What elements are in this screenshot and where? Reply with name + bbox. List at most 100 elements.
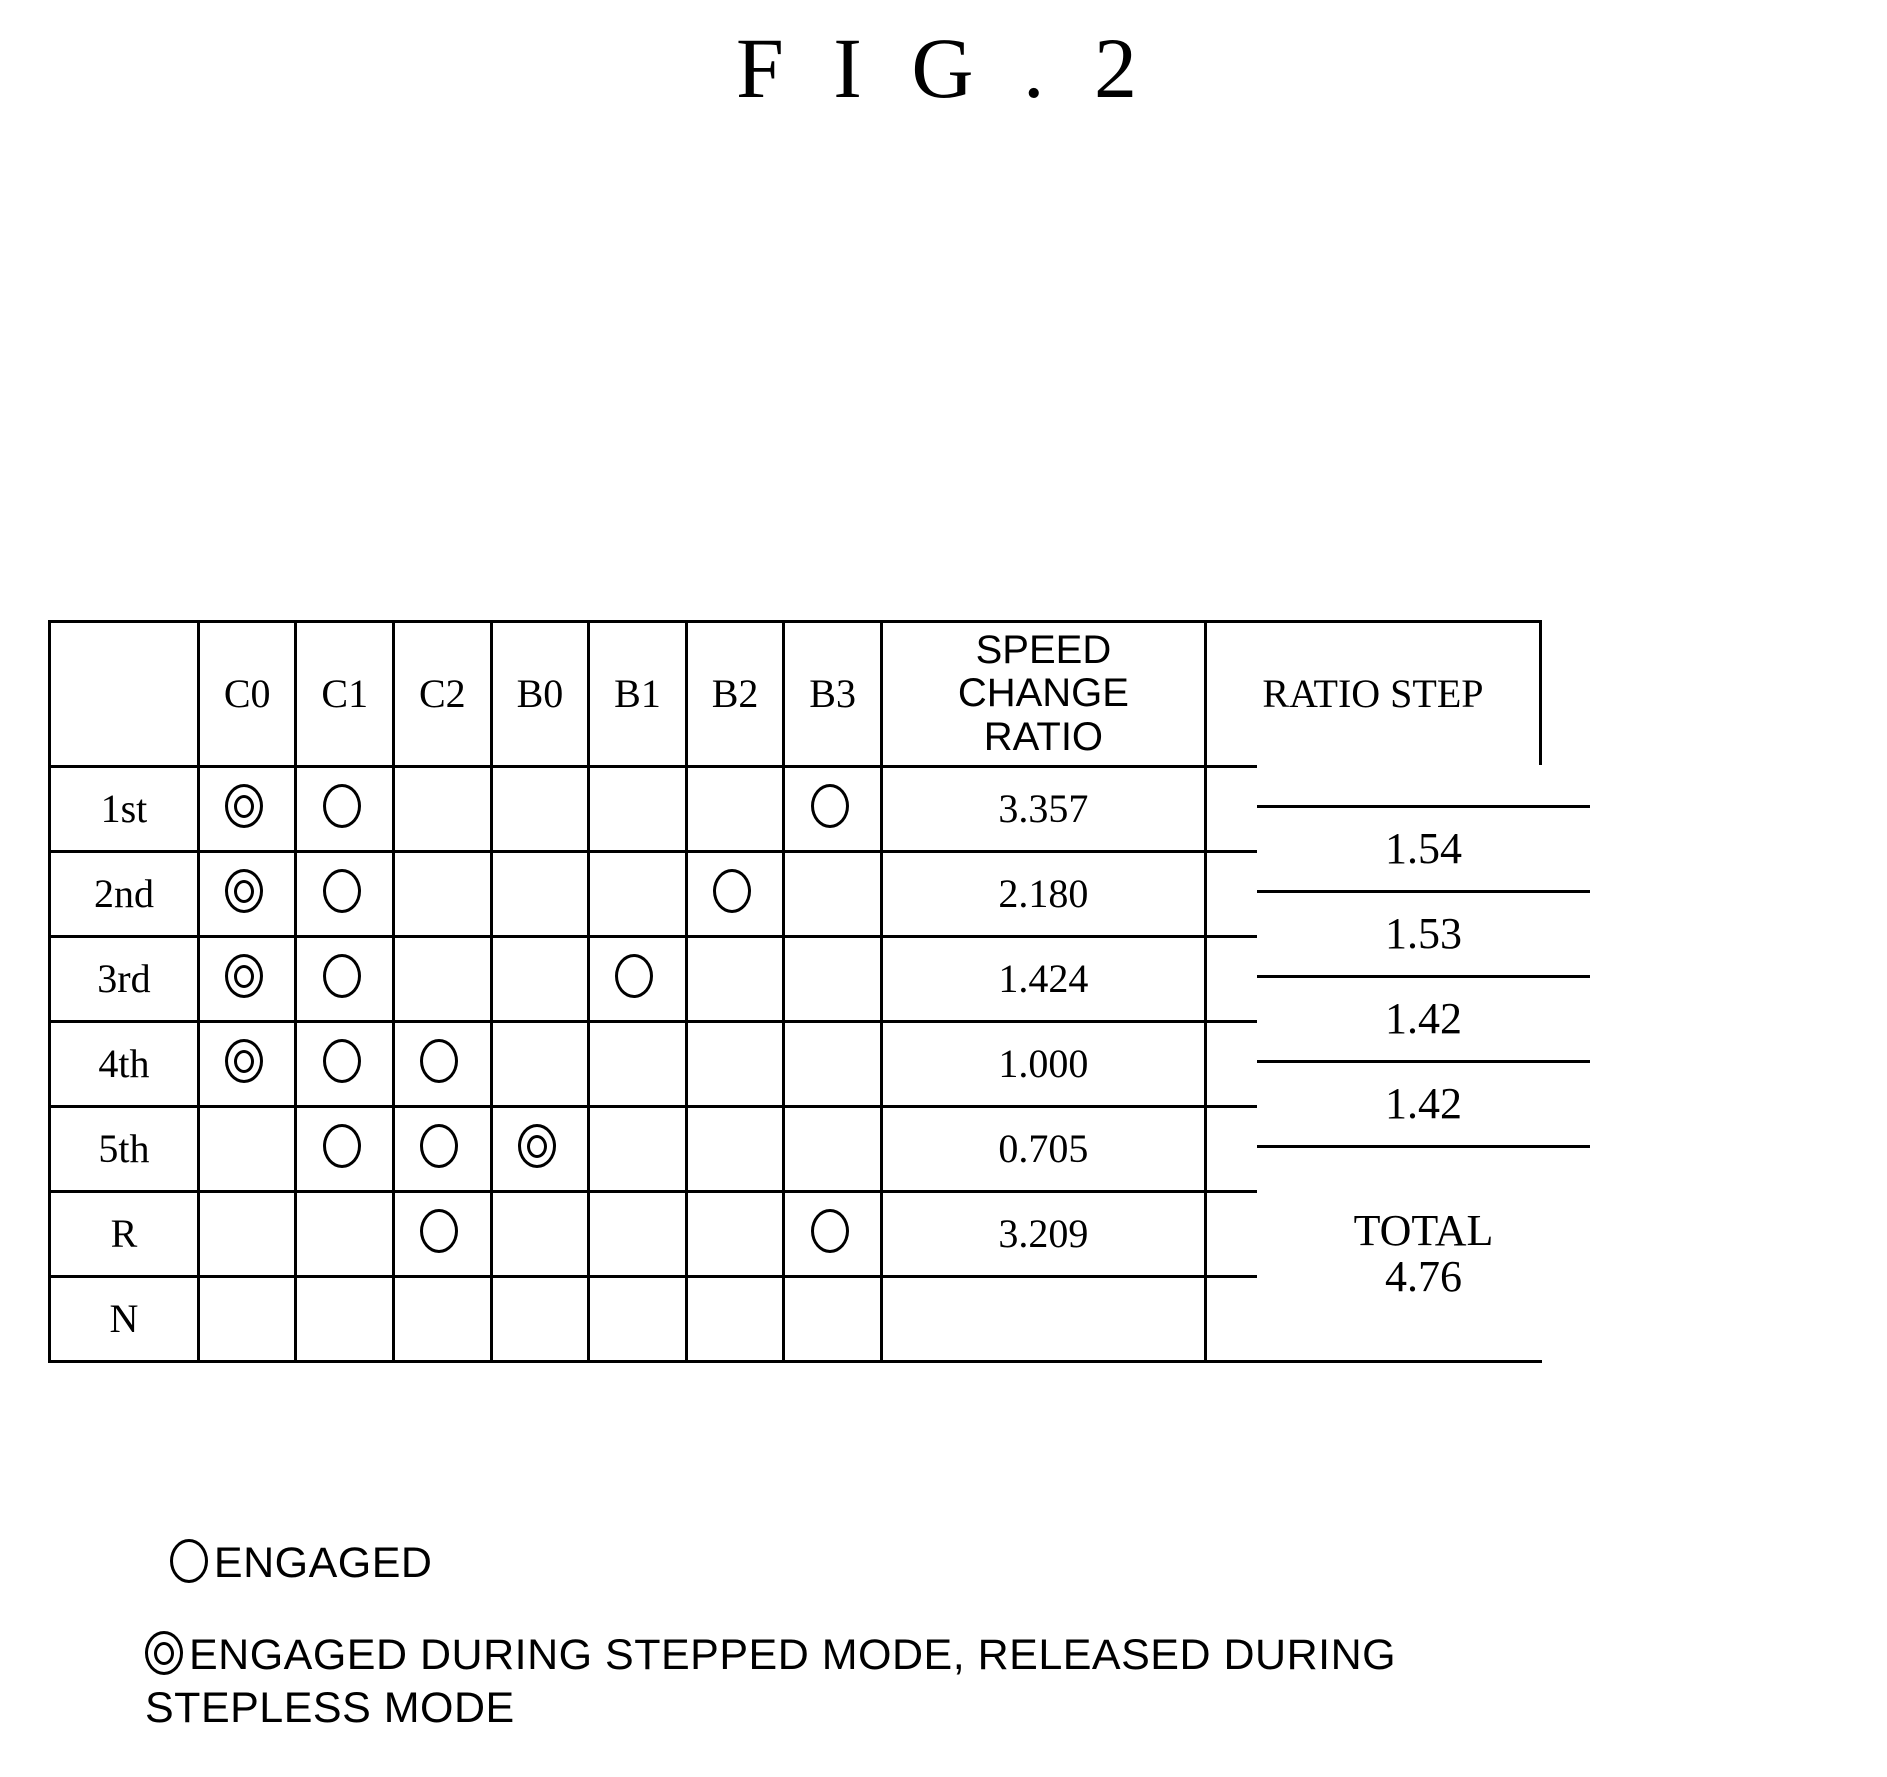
double-circle-icon <box>145 1630 189 1681</box>
ratio-step-value: 1.53 <box>1385 909 1462 958</box>
cell-b3 <box>782 1105 883 1193</box>
cell-b1 <box>587 765 688 853</box>
cell-b3 <box>782 1275 883 1363</box>
header-cell-b3: B3 <box>782 620 883 768</box>
single-circle-icon <box>420 1209 464 1259</box>
header-cell-b0: B0 <box>489 620 591 768</box>
cell-b1 <box>587 1275 688 1363</box>
double-circle-icon <box>225 1039 269 1089</box>
cell-b1 <box>587 1190 688 1278</box>
cell-b0 <box>489 935 591 1023</box>
single-circle-icon <box>420 1124 464 1174</box>
ratio-step-value: 1.54 <box>1385 824 1462 873</box>
legend-single-circle: ENGAGED <box>145 1490 432 1591</box>
single-circle-icon <box>322 954 367 1004</box>
header-cell-b2: B2 <box>684 620 786 768</box>
gear-label: 5th <box>48 1105 200 1193</box>
cell-c1 <box>294 1105 396 1193</box>
header-cell-speed-change-ratio: SPEED CHANGE RATIO <box>879 620 1207 768</box>
gear-label: 3rd <box>48 935 200 1023</box>
cell-c0 <box>196 1020 298 1108</box>
cell-c2 <box>392 850 493 938</box>
cell-b1 <box>587 935 688 1023</box>
cell-b0 <box>489 1275 591 1363</box>
header-cell-c0: C0 <box>196 620 298 768</box>
gear-engagement-table: C0 C1 C2 B0 B1 B2 B3 SPEED CHANGE RATIO RATIO STEP… <box>48 620 1590 1363</box>
gear-label: N <box>48 1275 200 1363</box>
cell-c2 <box>392 1105 493 1193</box>
cell-c1 <box>294 765 396 853</box>
gear-label: 1st <box>48 765 200 853</box>
header-line: SPEED <box>975 628 1112 673</box>
cell-c1 <box>294 850 396 938</box>
cell-b3 <box>782 1190 883 1278</box>
single-circle-icon <box>420 1039 464 1089</box>
cell-b1 <box>587 1020 688 1108</box>
ratio-step-value: 1.42 <box>1385 994 1462 1043</box>
gear-label: 4th <box>48 1020 200 1108</box>
speed-change-ratio-value: 2.180 <box>879 850 1207 938</box>
header-line: CHANGE <box>957 671 1129 716</box>
single-circle-icon <box>713 869 757 919</box>
cell-c2 <box>392 1020 493 1108</box>
cell-c1 <box>294 1020 396 1108</box>
single-circle-icon <box>169 1538 214 1589</box>
single-circle-icon <box>322 784 367 834</box>
cell-c0 <box>196 850 298 938</box>
double-circle-icon <box>517 1124 562 1174</box>
cell-b1 <box>587 1105 688 1193</box>
cell-b0 <box>489 1190 591 1278</box>
double-circle-icon <box>225 954 269 1004</box>
cell-b2 <box>684 1190 786 1278</box>
cell-c1 <box>294 935 396 1023</box>
speed-change-ratio-value: 0.705 <box>879 1105 1207 1193</box>
header-cell-c2: C2 <box>392 620 493 768</box>
speed-change-ratio-value: 3.209 <box>879 1190 1207 1278</box>
ratio-step-column: 1.54 1.53 1.42 1.42 TOTAL 4.76 <box>1257 620 1590 1360</box>
speed-change-ratio-value: 1.000 <box>879 1020 1207 1108</box>
cell-b2 <box>684 1275 786 1363</box>
cell-b2 <box>684 765 786 853</box>
figure-title: F I G . 2 <box>735 20 1152 116</box>
ratio-step-cell: 1.53 <box>1257 892 1590 978</box>
total-value: 4.76 <box>1385 1251 1462 1301</box>
header-cell-b1: B1 <box>587 620 688 768</box>
single-circle-icon <box>322 869 367 919</box>
single-circle-icon <box>810 784 855 834</box>
cell-b3 <box>782 1020 883 1108</box>
cell-c1 <box>294 1190 396 1278</box>
cell-c2 <box>392 765 493 853</box>
cell-b3 <box>782 935 883 1023</box>
ratio-step-cell: 1.42 <box>1257 1062 1590 1148</box>
single-circle-icon <box>810 1209 855 1259</box>
header-cell-c1: C1 <box>294 620 396 768</box>
cell-b2 <box>684 1105 786 1193</box>
gear-label: 2nd <box>48 850 200 938</box>
speed-change-ratio-value: 3.357 <box>879 765 1207 853</box>
header-line: RATIO <box>983 714 1104 759</box>
cell-c2 <box>392 1190 493 1278</box>
cell-b3 <box>782 765 883 853</box>
ratio-step-cell: 1.42 <box>1257 977 1590 1063</box>
cell-c0 <box>196 1190 298 1278</box>
cell-b0 <box>489 765 591 853</box>
cell-c2 <box>392 935 493 1023</box>
double-circle-icon <box>225 869 269 919</box>
cell-b2 <box>684 1020 786 1108</box>
cell-c1 <box>294 1275 396 1363</box>
single-circle-icon <box>322 1124 367 1174</box>
legend-double-circle-label: ENGAGED DURING STEPPED MODE, RELEASED DU… <box>145 1631 1397 1732</box>
ratio-step-cell: 1.54 <box>1257 807 1590 893</box>
total-label: TOTAL <box>1353 1205 1494 1255</box>
gear-label: R <box>48 1190 200 1278</box>
single-circle-icon <box>322 1039 367 1089</box>
double-circle-icon <box>225 784 269 834</box>
cell-b3 <box>782 850 883 938</box>
header-cell-gear <box>48 620 200 768</box>
ratio-step-cell-blank <box>1257 765 1590 808</box>
cell-c0 <box>196 1275 298 1363</box>
speed-change-ratio-value: 1.424 <box>879 935 1207 1023</box>
ratio-step-value: 1.42 <box>1385 1079 1462 1128</box>
cell-b2 <box>684 935 786 1023</box>
cell-c2 <box>392 1275 493 1363</box>
